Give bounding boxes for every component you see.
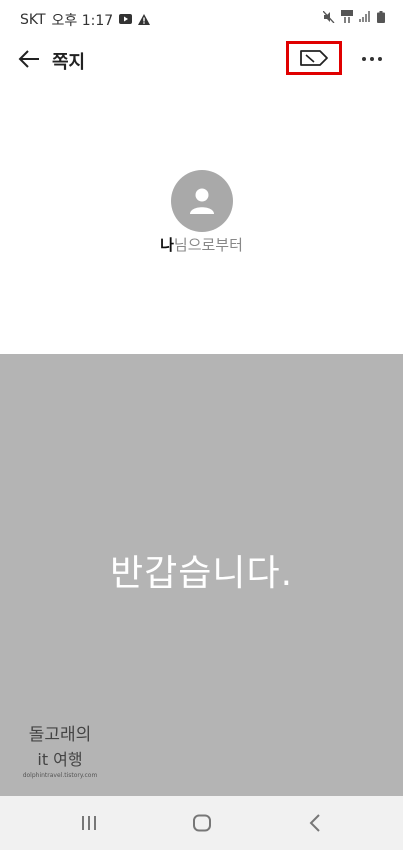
recent-apps-button[interactable] xyxy=(74,810,104,836)
chevron-left-icon xyxy=(309,814,320,832)
message-text: 반갑습니다. xyxy=(109,553,294,594)
sender-name: 나 xyxy=(160,236,174,254)
sender-suffix: 님으로부터 xyxy=(173,236,243,254)
signal-icon xyxy=(359,11,371,24)
back-button[interactable] xyxy=(16,46,42,72)
watermark-line1: 돌고래의 xyxy=(28,725,92,745)
dot xyxy=(362,57,366,61)
home-icon xyxy=(193,814,211,832)
watermark: 돌고래의 it 여행 dolphintravel.tistory.com xyxy=(20,720,100,779)
clock: 오후 1:17 xyxy=(51,13,114,29)
carrier-label: SKT xyxy=(20,12,46,28)
home-button[interactable] xyxy=(187,810,217,836)
back-nav-button[interactable] xyxy=(300,810,330,836)
avatar[interactable] xyxy=(171,170,233,232)
battery-icon xyxy=(377,10,385,25)
status-bar: SKT 오후 1:17 xyxy=(0,0,403,36)
lte-icon xyxy=(341,10,353,25)
sender-line: 나님으로부터 xyxy=(0,234,403,255)
system-nav-bar xyxy=(0,796,403,850)
status-left: SKT 오후 1:17 xyxy=(20,10,151,30)
person-icon xyxy=(190,188,214,214)
message-card: 반갑습니다. 돌고래의 it 여행 dolphintravel.tistory.… xyxy=(0,354,403,796)
recent-apps-icon xyxy=(82,816,96,830)
save-to-drawer-button[interactable] xyxy=(286,41,342,75)
dot xyxy=(370,57,374,61)
warning-icon xyxy=(138,13,151,27)
more-options-button[interactable] xyxy=(358,48,386,70)
mute-icon xyxy=(322,10,335,25)
watermark-url: dolphintravel.tistory.com xyxy=(22,772,98,779)
page-title: 쪽지 xyxy=(52,52,86,73)
status-right xyxy=(322,10,385,25)
watermark-line2: it 여행 xyxy=(37,750,83,769)
dot xyxy=(378,57,382,61)
arrow-left-icon xyxy=(18,50,39,68)
youtube-icon xyxy=(119,14,133,26)
app-header: 쪽지 xyxy=(0,38,403,80)
label-tag-icon xyxy=(300,50,328,66)
